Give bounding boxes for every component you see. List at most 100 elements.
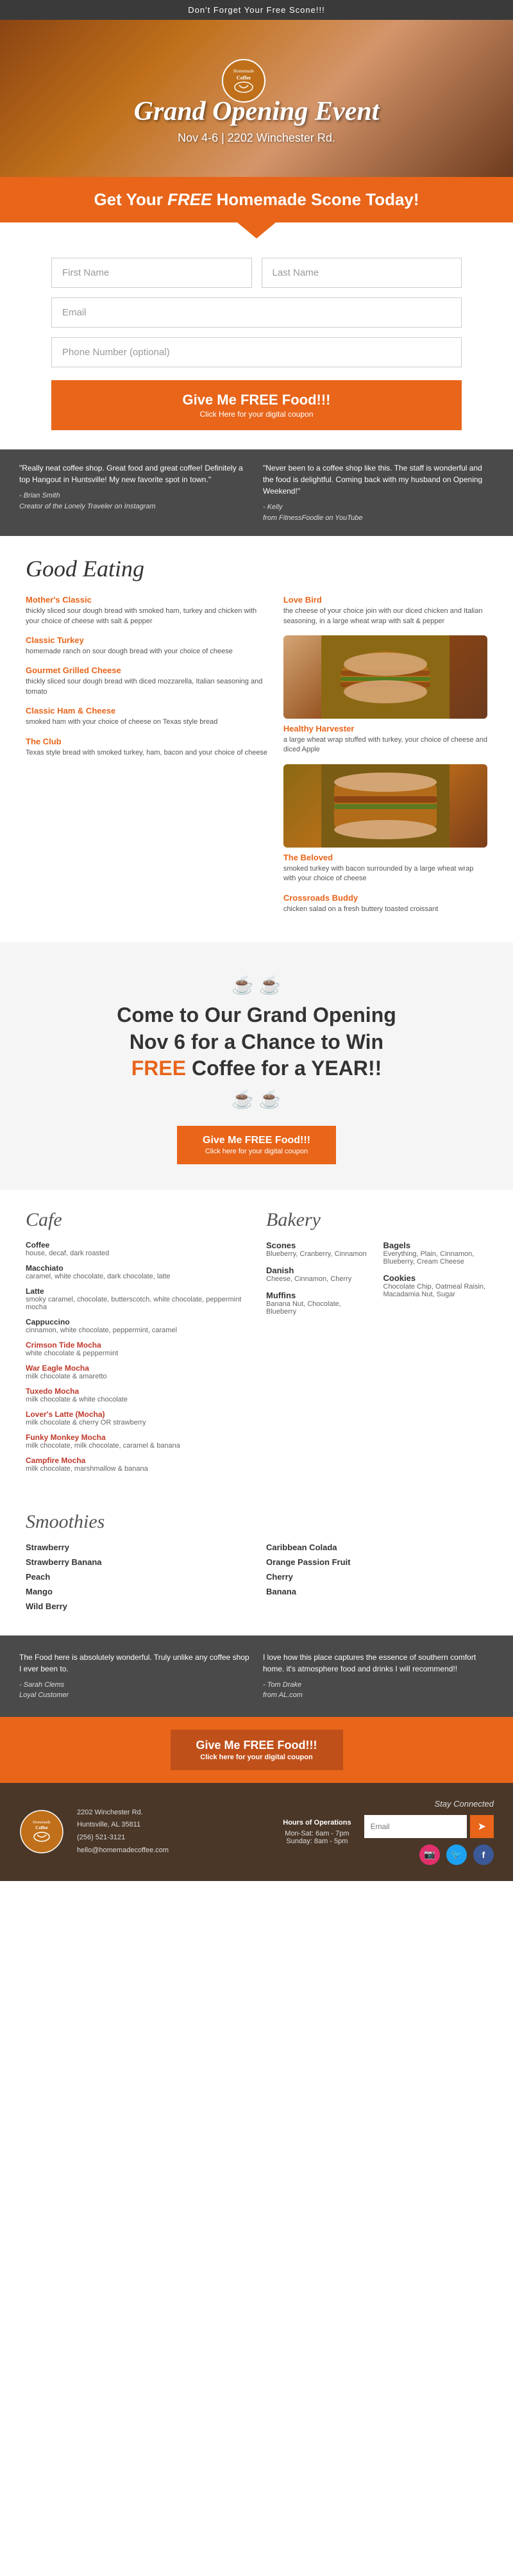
submit-button[interactable]: Give Me FREE Food!!! Click Here for your…	[51, 380, 462, 430]
cafe-column: Cafe Coffee house, decaf, dark roasted M…	[26, 1209, 247, 1479]
last-name-input[interactable]	[262, 258, 462, 288]
footer-city: Huntsville, AL 35811	[77, 1819, 270, 1832]
smoothies-title: Smoothies	[26, 1511, 487, 1533]
footer-social: 📷 🐦 f	[419, 1844, 494, 1865]
footer-email-input[interactable]	[364, 1815, 467, 1838]
final-cta-section: Give Me FREE Food!!! Click here for your…	[0, 1717, 513, 1783]
win-btn-label: Give Me FREE Food!!!	[203, 1135, 310, 1146]
free-banner-post: Homemade Scone Today!	[212, 190, 419, 209]
smoothie-peach: Peach	[26, 1572, 247, 1582]
smoothies-grid: Strawberry Strawberry Banana Peach Mango…	[26, 1543, 487, 1616]
footer-logo: Homemade Coffee	[19, 1809, 64, 1854]
svg-text:Homemade: Homemade	[233, 69, 254, 74]
menu-item-7: Healthy Harvester a large wheat wrap stu…	[283, 724, 487, 755]
menu-left: Mother's Classic thickly sliced sour dou…	[26, 595, 271, 923]
bakery-grid: Scones Blueberry, Cranberry, Cinnamon Da…	[266, 1241, 487, 1323]
form-section: Give Me FREE Food!!! Click Here for your…	[0, 238, 513, 449]
footer-phone: (256) 521-3121	[77, 1832, 270, 1844]
footer-email-send-button[interactable]: ➤	[470, 1815, 494, 1838]
bottom-testimonial-1-author: - Sarah Clems Loyal Customer	[19, 1680, 250, 1701]
food-image-1	[283, 635, 487, 719]
cafe-title: Cafe	[26, 1209, 247, 1231]
bakery-col-2: Bagels Everything, Plain, Cinnamon, Blue…	[383, 1241, 488, 1323]
footer-email-row: ➤	[364, 1815, 494, 1838]
smoothie-strawberry: Strawberry	[26, 1543, 247, 1552]
footer-tagline: Stay Connected	[434, 1799, 494, 1809]
bottom-testimonial-2: I love how this place captures the essen…	[263, 1652, 494, 1701]
menu-item-2: Classic Turkey homemade ranch on sour do…	[26, 635, 271, 657]
smoothie-mango: Mango	[26, 1587, 247, 1596]
bakery-muffins: Muffins Banana Nut, Chocolate, Blueberry	[266, 1291, 371, 1316]
menu-right: Love Bird the cheese of your choice join…	[283, 595, 487, 923]
svg-text:Coffee: Coffee	[237, 75, 251, 81]
hero-section: Homemade Coffee Grand Opening Event Nov …	[0, 20, 513, 177]
smoothie-wild-berry: Wild Berry	[26, 1602, 247, 1611]
bottom-testimonial-1: The Food here is absolutely wonderful. T…	[19, 1652, 250, 1701]
testimonial-2-author: - Kelly from FitnessFoodie on YouTube	[263, 502, 494, 523]
hero-title: Grand Opening Event	[134, 97, 380, 126]
testimonial-1: "Really neat coffee shop. Great food and…	[19, 462, 250, 523]
smoothies-col-2: Caribbean Colada Orange Passion Fruit Ch…	[266, 1543, 487, 1616]
good-eating-title: Good Eating	[26, 555, 487, 582]
first-name-input[interactable]	[51, 258, 252, 288]
footer-address: 2202 Winchester Rd.	[77, 1807, 270, 1819]
cafe-item-coffee: Coffee house, decaf, dark roasted	[26, 1241, 247, 1257]
bakery-cookies: Cookies Chocolate Chip, Oatmeal Raisin, …	[383, 1273, 488, 1298]
bottom-testimonial-1-quote: The Food here is absolutely wonderful. T…	[19, 1653, 249, 1673]
cafe-item-latte: Latte smoky caramel, chocolate, buttersc…	[26, 1287, 247, 1311]
bakery-column: Bakery Scones Blueberry, Cranberry, Cinn…	[266, 1209, 487, 1479]
final-cta-button[interactable]: Give Me FREE Food!!! Click here for your…	[171, 1730, 343, 1770]
coffee-icons-top: ☕ ☕	[38, 974, 475, 996]
good-eating-content: Mother's Classic thickly sliced sour dou…	[26, 595, 487, 923]
menu-item-9: Crossroads Buddy chicken salad on a fres…	[283, 893, 487, 914]
hero-subtitle: Nov 4-6 | 2202 Winchester Rd.	[178, 131, 335, 145]
testimonial-1-quote: "Really neat coffee shop. Great food and…	[19, 464, 243, 484]
footer-hours-title: Hours of Operations	[283, 1819, 351, 1827]
smoothies-section: Smoothies Strawberry Strawberry Banana P…	[0, 1498, 513, 1635]
phone-input[interactable]	[51, 337, 462, 367]
smoothie-banana: Banana	[266, 1587, 487, 1596]
instagram-icon[interactable]: 📷	[419, 1844, 440, 1865]
free-banner-pre: Get Your	[94, 190, 167, 209]
testimonial-2: "Never been to a coffee shop like this. …	[263, 462, 494, 523]
testimonials-section: "Really neat coffee shop. Great food and…	[0, 449, 513, 536]
top-bar: Don't Forget Your Free Scone!!!	[0, 0, 513, 20]
final-btn-label: Give Me FREE Food!!!	[196, 1739, 317, 1752]
bakery-bagels: Bagels Everything, Plain, Cinnamon, Blue…	[383, 1241, 488, 1266]
win-btn-sub: Click here for your digital coupon	[203, 1148, 310, 1155]
bakery-scones: Scones Blueberry, Cranberry, Cinnamon	[266, 1241, 371, 1258]
cafe-bakery-section: Cafe Coffee house, decaf, dark roasted M…	[0, 1190, 513, 1498]
cafe-item-macchiato: Macchiato caramel, white chocolate, dark…	[26, 1264, 247, 1280]
name-row	[51, 258, 462, 288]
cafe-item-campfire: Campfire Mocha milk chocolate, marshmall…	[26, 1456, 247, 1473]
food-image-2	[283, 764, 487, 848]
cafe-item-funky: Funky Monkey Mocha milk chocolate, milk …	[26, 1433, 247, 1450]
testimonial-2-quote: "Never been to a coffee shop like this. …	[263, 464, 482, 496]
smoothie-orange-passion: Orange Passion Fruit	[266, 1557, 487, 1567]
footer-right: Stay Connected ➤ 📷 🐦 f	[364, 1799, 494, 1865]
email-input[interactable]	[51, 297, 462, 328]
menu-item-6: Love Bird the cheese of your choice join…	[283, 595, 487, 626]
submit-btn-sub: Click Here for your digital coupon	[63, 410, 450, 419]
cafe-item-cappuccino: Cappuccino cinnamon, white chocolate, pe…	[26, 1317, 247, 1334]
cafe-item-crimson: Crimson Tide Mocha white chocolate & pep…	[26, 1341, 247, 1357]
smoothie-cherry: Cherry	[266, 1572, 487, 1582]
facebook-icon[interactable]: f	[473, 1844, 494, 1865]
submit-btn-label: Give Me FREE Food!!!	[183, 392, 331, 408]
win-button[interactable]: Give Me FREE Food!!! Click here for your…	[177, 1126, 336, 1164]
menu-item-3: Gourmet Grilled Cheese thickly sliced so…	[26, 665, 271, 697]
bottom-testimonial-2-author: - Tom Drake from AL.com	[263, 1680, 494, 1701]
bakery-title: Bakery	[266, 1209, 487, 1231]
smoothie-caribbean: Caribbean Colada	[266, 1543, 487, 1552]
smoothie-strawberry-banana: Strawberry Banana	[26, 1557, 247, 1567]
svg-text:Coffee: Coffee	[35, 1825, 47, 1830]
cafe-item-tuxedo: Tuxedo Mocha milk chocolate & white choc…	[26, 1387, 247, 1403]
testimonial-1-author: - Brian Smith Creator of the Lonely Trav…	[19, 490, 250, 512]
footer-hours-2: Sunday: 8am - 5pm	[283, 1837, 351, 1845]
free-scone-banner: Get Your FREE Homemade Scone Today!	[0, 177, 513, 222]
footer: Homemade Coffee 2202 Winchester Rd. Hunt…	[0, 1783, 513, 1881]
final-btn-sub: Click here for your digital coupon	[196, 1753, 317, 1761]
top-bar-text: Don't Forget Your Free Scone!!!	[188, 5, 324, 15]
twitter-icon[interactable]: 🐦	[446, 1844, 467, 1865]
free-banner-free: FREE	[167, 190, 212, 209]
